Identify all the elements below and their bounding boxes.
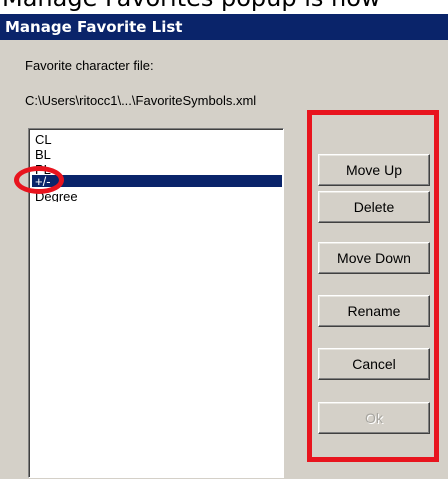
rename-button[interactable]: Rename (318, 295, 430, 327)
manage-favorite-list-dialog: Manage Favorite List Favorite character … (0, 14, 448, 479)
list-item[interactable]: PL (32, 163, 282, 175)
dialog-title-bar: Manage Favorite List (0, 14, 448, 40)
cropped-background-text: Manage Favorites popup is now (0, 0, 448, 14)
favorite-file-path: C:\Users\ritocc1\...\FavoriteSymbols.xml (25, 93, 257, 108)
move-up-button[interactable]: Move Up (318, 154, 430, 186)
list-item[interactable]: BL (32, 148, 282, 160)
favorites-listbox[interactable]: CL BL PL +/- Degree (28, 128, 284, 478)
favorite-file-label: Favorite character file: (25, 58, 154, 73)
list-item[interactable]: Degree (32, 190, 282, 202)
cropped-text-fragment: Manage Favorites popup is now (2, 0, 381, 12)
list-item-selected[interactable]: +/- (32, 175, 282, 187)
move-down-button[interactable]: Move Down (318, 242, 430, 274)
ok-button[interactable]: Ok (318, 402, 430, 434)
delete-button[interactable]: Delete (318, 191, 430, 223)
cancel-button[interactable]: Cancel (318, 348, 430, 380)
list-item[interactable]: CL (32, 133, 282, 145)
